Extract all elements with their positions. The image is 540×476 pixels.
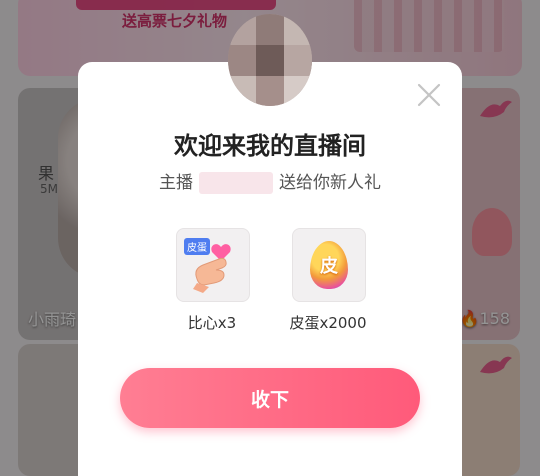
streamer-name-redacted bbox=[199, 172, 273, 194]
gift-item-finger-heart: 皮蛋 bbox=[176, 228, 250, 302]
subtitle-suffix: 送给你新人礼 bbox=[279, 173, 381, 193]
accept-button[interactable]: 收下 bbox=[120, 368, 420, 428]
modal-subtitle: 主播 送给你新人礼 bbox=[78, 168, 462, 194]
gift-tag: 皮蛋 bbox=[184, 238, 210, 255]
egg-glyph: 皮 bbox=[320, 256, 338, 277]
egg-icon: 皮 bbox=[310, 241, 348, 289]
gift-item-egg: 皮 bbox=[292, 228, 366, 302]
close-icon[interactable] bbox=[416, 82, 442, 108]
gift-label-finger-heart: 比心x3 bbox=[187, 314, 237, 332]
welcome-gift-modal: 欢迎来我的直播间 主播 送给你新人礼 皮蛋 皮 比心x3 皮蛋x2000 收下 bbox=[78, 62, 462, 476]
gift-label-egg: 皮蛋x2000 bbox=[289, 314, 367, 332]
streamer-avatar[interactable] bbox=[228, 14, 312, 106]
modal-title: 欢迎来我的直播间 bbox=[174, 132, 366, 160]
subtitle-prefix: 主播 bbox=[159, 173, 193, 193]
